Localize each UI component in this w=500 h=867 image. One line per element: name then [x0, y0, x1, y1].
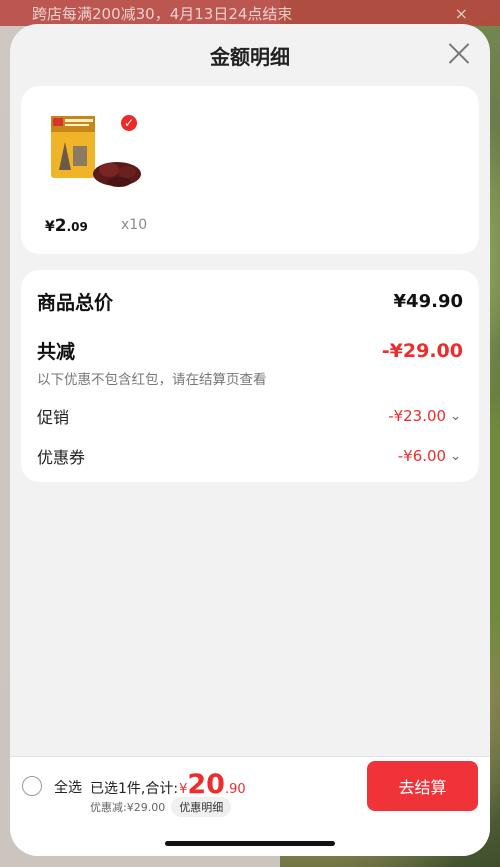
- product-price: ¥ 2 .09: [45, 216, 88, 236]
- amount-detail-sheet: 金额明细 ✓ ¥ 2 .09 x10 商品总价 ¥49.90 共减 -¥29.0…: [10, 24, 490, 856]
- home-indicator: [165, 841, 335, 846]
- discount-note: 以下优惠不包含红包，请在结算页查看: [37, 372, 267, 388]
- price-decimal: .09: [66, 220, 88, 234]
- sum-decimal: .90: [224, 782, 246, 797]
- chevron-down-icon[interactable]: ⌄: [450, 409, 461, 424]
- chevron-down-icon[interactable]: ⌄: [450, 449, 461, 464]
- promo-banner: 跨店每满200减30，4月13日24点结束 ×: [0, 0, 500, 26]
- selected-total: 已选1件,合计: ¥ 20 .90: [90, 771, 246, 798]
- promotion-value: -¥23.00: [388, 407, 447, 425]
- coupon-row[interactable]: 优惠券 -¥6.00 ⌄: [37, 444, 463, 468]
- promotion-row[interactable]: 促销 -¥23.00 ⌄: [37, 404, 463, 428]
- price-summary-card: 商品总价 ¥49.90 共减 -¥29.00 以下优惠不包含红包，请在结算页查看…: [21, 270, 479, 482]
- discount-amount-text: 优惠减:¥29.00: [90, 801, 166, 814]
- close-icon[interactable]: [448, 42, 470, 64]
- select-all-radio-icon[interactable]: [22, 776, 42, 796]
- sheet-header: 金额明细: [10, 24, 490, 86]
- total-value: ¥49.90: [393, 291, 463, 312]
- coupon-label: 优惠券: [37, 448, 86, 467]
- discount-line: 优惠减:¥29.00 优惠明细: [90, 797, 232, 817]
- reduce-value: -¥29.00: [381, 339, 463, 362]
- total-label: 商品总价: [37, 292, 114, 314]
- banner-close-icon[interactable]: ×: [455, 4, 468, 23]
- promotion-value-group: -¥23.00 ⌄: [388, 407, 463, 425]
- product-card: ✓ ¥ 2 .09 x10: [21, 86, 479, 254]
- product-quantity: x10: [121, 217, 148, 233]
- sum-integer: 20: [187, 769, 225, 800]
- coupon-value: -¥6.00: [397, 447, 447, 465]
- promo-banner-text: 跨店每满200减30，4月13日24点结束: [32, 4, 293, 23]
- sum-currency: ¥: [179, 782, 188, 797]
- checkout-button[interactable]: 去结算: [367, 761, 478, 811]
- reduce-label: 共减: [37, 341, 76, 363]
- discount-detail-button[interactable]: 优惠明细: [171, 797, 232, 817]
- checkout-footer: 全选 已选1件,合计: ¥ 20 .90 优惠减:¥29.00 优惠明细 去结算: [10, 757, 490, 856]
- price-currency: ¥: [45, 219, 55, 235]
- select-all-label[interactable]: 全选: [54, 777, 82, 797]
- selected-count-text: 已选1件,合计:: [90, 781, 179, 797]
- check-badge-icon[interactable]: ✓: [119, 113, 139, 133]
- price-integer: 2: [54, 216, 67, 236]
- total-row: 商品总价 ¥49.90: [37, 288, 463, 315]
- coupon-value-group: -¥6.00 ⌄: [398, 447, 463, 465]
- promotion-label: 促销: [37, 408, 70, 427]
- reduce-row: 共减 -¥29.00: [37, 337, 463, 364]
- sheet-title: 金额明细: [210, 44, 290, 69]
